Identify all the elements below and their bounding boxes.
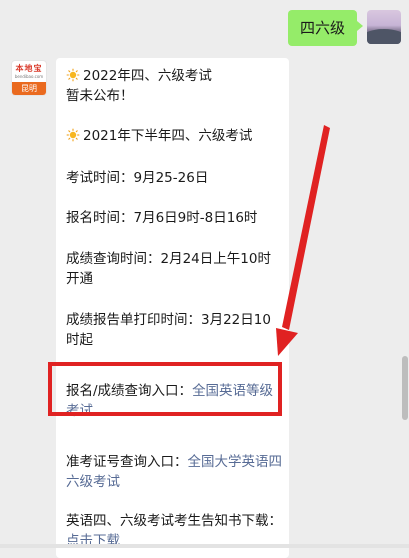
announcement-2022-status: 暂未公布！ [66, 88, 134, 104]
announcement-2022-title: 2022年四、六级考试 [83, 68, 212, 84]
score-query-time: 成绩查询时间：2月24日上午10时 开通 [66, 249, 284, 289]
registration-time: 报名时间：7月6日9时-8日16时 [66, 210, 258, 226]
score-query-time-line2: 开通 [66, 271, 93, 287]
admission-number-entry-label: 准考证号查询入口： [66, 454, 188, 470]
user-avatar[interactable] [367, 10, 401, 44]
incoming-message-bubble: 2022年四、六级考试 暂未公布！ 2021年下半年四、六级考试 考试时间：9月… [56, 58, 289, 558]
score-report-print-time: 成绩报告单打印时间：3月22日10 时起 [66, 310, 284, 350]
outgoing-message-row: 四六级 [287, 10, 401, 46]
announcement-2021-title: 2021年下半年四、六级考试 [83, 128, 253, 144]
announcement-2021: 2021年下半年四、六级考试 [66, 126, 284, 146]
highlight-box [48, 362, 282, 416]
exam-time: 考试时间：9月25-26日 [66, 170, 209, 186]
bottom-edge [0, 544, 409, 548]
sun-icon [66, 68, 80, 82]
score-query-time-line1: 成绩查询时间：2月24日上午10时 [66, 251, 271, 267]
scrollbar[interactable] [402, 356, 408, 420]
score-report-print-time-line1: 成绩报告单打印时间：3月22日10 [66, 312, 271, 328]
bot-avatar-logo: 本地宝 [15, 64, 43, 73]
announcement-2022: 2022年四、六级考试 暂未公布！ [66, 66, 284, 106]
admission-number-entry: 准考证号查询入口：全国大学英语四六级考试 [66, 452, 284, 492]
bot-avatar-city: 昆明 [12, 82, 46, 95]
bot-avatar-domain: bendibao.com [14, 74, 44, 79]
notice-download-label: 英语四、六级考试考生告知书下载： [66, 513, 282, 529]
outgoing-message-bubble[interactable]: 四六级 [287, 10, 364, 46]
score-report-print-time-line2: 时起 [66, 332, 93, 348]
bot-avatar[interactable]: 本地宝 bendibao.com 昆明 [11, 60, 47, 96]
sun-icon [66, 128, 80, 142]
